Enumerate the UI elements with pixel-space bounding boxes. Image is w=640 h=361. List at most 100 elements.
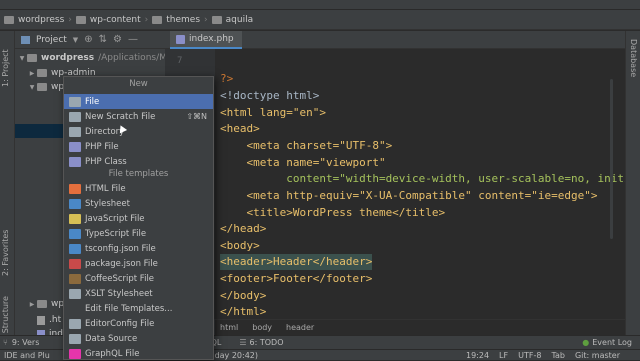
menu-item-php-file[interactable]: PHP File: [64, 139, 213, 154]
project-panel-header: Project ▼ ⊕ ⇅ ⚙ —: [15, 31, 165, 49]
breadcrumb-item[interactable]: aquila: [211, 15, 253, 25]
menu-item-html-file[interactable]: HTML File: [64, 181, 213, 196]
breadcrumb-item[interactable]: html: [220, 323, 238, 332]
right-tool-strip: Database: [625, 31, 640, 360]
tab-index-php[interactable]: index.php: [170, 31, 242, 49]
menu-item-package-json-file[interactable]: package.json File: [64, 256, 213, 271]
tree-item[interactable]: ▶ wp: [27, 297, 64, 311]
code-line: <footer>Footer</footer>: [220, 272, 373, 285]
code-line: <!doctype html>: [220, 89, 320, 102]
js-file-icon: [69, 213, 81, 224]
menu-item-graphql-file[interactable]: GraphQL File: [64, 346, 213, 361]
code-line: </body>: [220, 289, 267, 302]
menu-item-file[interactable]: File: [64, 94, 213, 109]
breadcrumb-item[interactable]: body: [252, 323, 272, 332]
breadcrumb-separator: ›: [68, 14, 72, 25]
menu-item-label: Stylesheet: [85, 198, 130, 209]
caret-position[interactable]: 19:24: [466, 351, 489, 360]
status-left-text: IDE and Plu: [4, 350, 50, 360]
breadcrumb-item[interactable]: header: [286, 323, 314, 332]
folder-icon: [27, 54, 37, 62]
breadcrumb-item[interactable]: wordpress: [4, 15, 64, 25]
code-line-highlighted: <header>Header</header>: [220, 254, 373, 270]
new-file-popup: New File New Scratch File ⇧⌘N Directory PHP …: [63, 76, 214, 360]
menu-item-label: GraphQL File: [85, 348, 140, 359]
left-tool-strip: 1: Project 2: Favorites Z: Structure: [0, 31, 15, 360]
chevron-right-icon[interactable]: ▶: [27, 301, 37, 308]
database-tool-button[interactable]: Database: [629, 39, 638, 77]
file-templates-header: File templates: [108, 169, 169, 179]
project-view-selector[interactable]: Project: [36, 35, 67, 45]
breadcrumb-item[interactable]: themes: [152, 15, 200, 25]
php-file-icon: [176, 34, 185, 44]
code-editor[interactable]: ?> <!doctype html> <html lang="en"> <hea…: [215, 49, 625, 319]
hide-icon[interactable]: —: [128, 34, 138, 45]
gear-icon[interactable]: ⚙: [113, 34, 122, 45]
git-branch[interactable]: Git: master: [575, 351, 620, 360]
menu-item-new-scratch-file[interactable]: New Scratch File ⇧⌘N: [64, 109, 213, 124]
navigation-breadcrumb: wordpress › wp-content › themes › aquila: [0, 10, 640, 30]
menu-item-typescript-file[interactable]: TypeScript File: [64, 226, 213, 241]
ts-file-icon: [69, 228, 81, 239]
folder-icon: [152, 15, 163, 24]
chevron-down-icon[interactable]: ▼: [17, 55, 27, 62]
menu-item-label: JavaScript File: [85, 213, 145, 224]
tree-item-root[interactable]: ▼ wordpress /Applications/MA: [17, 51, 173, 65]
menu-item-xslt-stylesheet[interactable]: XSLT Stylesheet: [64, 286, 213, 301]
menu-item-editorconfig-file[interactable]: EditorConfig File: [64, 316, 213, 331]
favorites-tool-button[interactable]: 2: Favorites: [1, 230, 10, 276]
menu-item-data-source[interactable]: Data Source: [64, 331, 213, 346]
menu-item-stylesheet[interactable]: Stylesheet: [64, 196, 213, 211]
graphql-icon: [69, 348, 81, 359]
gear-icon: [69, 318, 81, 329]
php-file-icon: [69, 141, 81, 152]
xslt-file-icon: [69, 288, 81, 299]
editor-scrollbar[interactable]: [610, 79, 613, 239]
breadcrumb-separator: ›: [204, 14, 208, 25]
coffee-file-icon: [69, 273, 81, 284]
menu-item-tsconfig-json-file[interactable]: tsconfig.json File: [64, 241, 213, 256]
folder-icon: [69, 126, 81, 137]
code-line: <meta charset="UTF-8">: [220, 139, 393, 152]
project-tool-button[interactable]: 1: Project: [1, 49, 10, 87]
line-separator[interactable]: LF: [499, 351, 508, 360]
html-file-icon: [69, 183, 81, 194]
target-icon[interactable]: ⊕: [84, 34, 92, 45]
folder-icon: [4, 15, 14, 24]
breadcrumb-item[interactable]: wp-content: [75, 15, 141, 25]
menu-item-label: XSLT Stylesheet: [85, 288, 153, 299]
file-icon: [69, 96, 81, 107]
event-log-tool-button[interactable]: Event Log: [592, 338, 632, 347]
menu-item-label: New Scratch File: [85, 111, 156, 122]
chevron-down-icon[interactable]: ▼: [73, 36, 78, 44]
code-line: <body>: [220, 239, 260, 252]
menu-item-coffeescript-file[interactable]: CoffeeScript File: [64, 271, 213, 286]
menu-item-label: HTML File: [85, 183, 126, 194]
tree-item[interactable]: ▼ wp: [27, 80, 64, 94]
indent-setting[interactable]: Tab: [551, 351, 565, 360]
folder-icon: [75, 15, 86, 24]
menu-item-label: File: [85, 96, 100, 107]
code-line: <html lang="en">: [220, 106, 326, 119]
code-line: <meta name="viewport": [220, 156, 386, 169]
editor-breadcrumb: html body header: [215, 319, 625, 335]
menu-item-directory[interactable]: Directory: [64, 124, 213, 139]
menu-item-javascript-file[interactable]: JavaScript File: [64, 211, 213, 226]
chevron-down-icon[interactable]: ▼: [27, 84, 37, 91]
version-control-tool-button[interactable]: 9: Vers: [12, 338, 40, 347]
npm-file-icon: [69, 258, 81, 269]
file-icon: [37, 315, 45, 325]
tree-item[interactable]: .ht: [37, 313, 61, 327]
menu-item-label: Edit File Templates...: [85, 303, 173, 314]
menu-item-edit-file-templates[interactable]: Edit File Templates...: [64, 301, 213, 316]
todo-tool-button[interactable]: 6: TODO: [250, 338, 284, 347]
menu-item-label: package.json File: [85, 258, 158, 269]
menu-item-label: EditorConfig File: [85, 318, 155, 329]
file-encoding[interactable]: UTF-8: [518, 351, 541, 360]
breadcrumb-separator: ›: [144, 14, 149, 25]
chevron-right-icon[interactable]: ▶: [27, 70, 37, 77]
collapse-icon[interactable]: ⇅: [99, 34, 107, 45]
css-file-icon: [69, 198, 81, 209]
shortcut-label: ⇧⌘N: [186, 112, 207, 121]
